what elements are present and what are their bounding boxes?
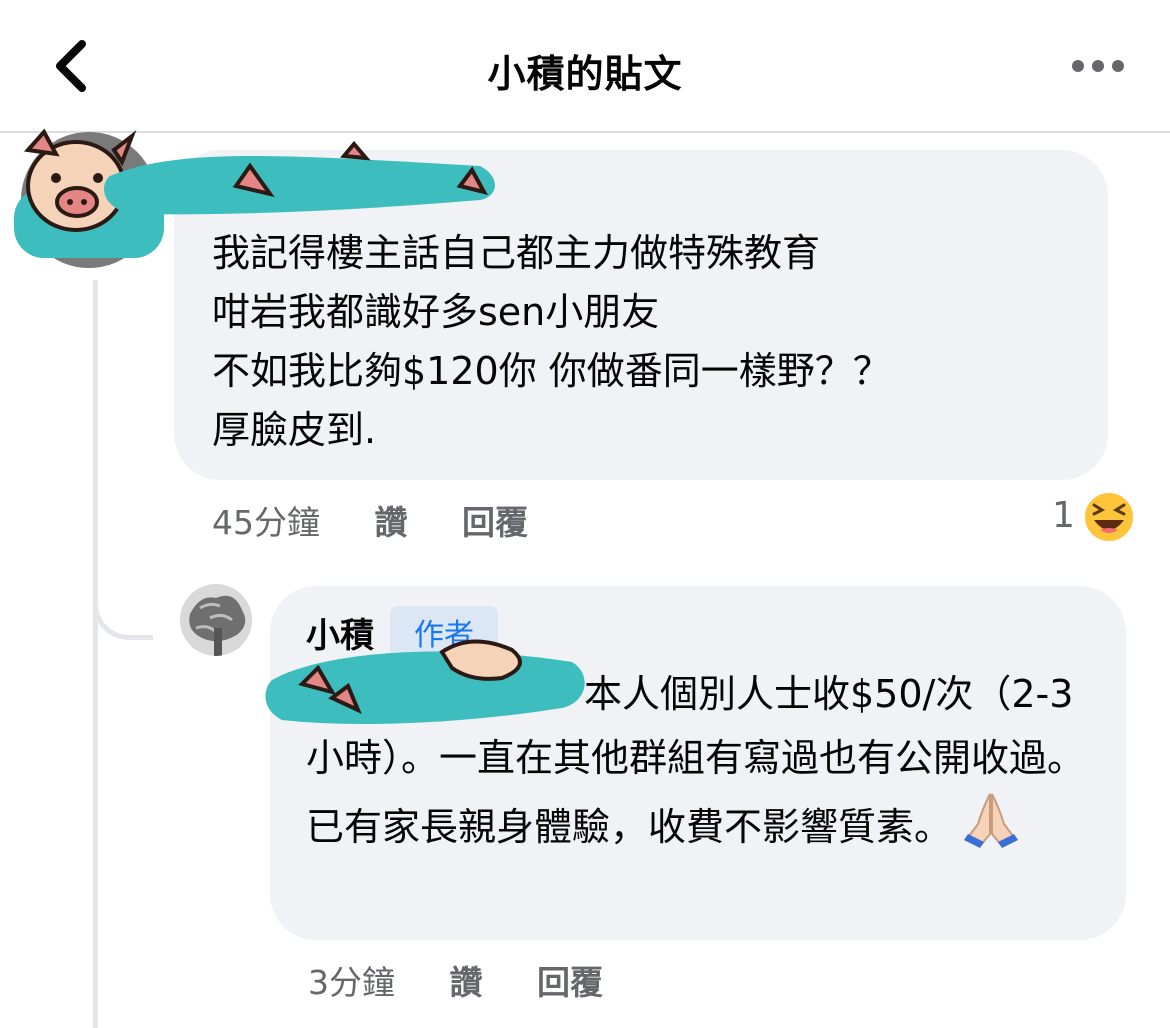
- reply-timestamp: 3分鐘: [308, 963, 395, 1002]
- comment-meta: 45分鐘 讚 回覆: [212, 496, 572, 544]
- top-bar: 小積的貼文: [0, 0, 1170, 133]
- reply-reply-button[interactable]: 回覆: [537, 963, 603, 1002]
- reply-button[interactable]: 回覆: [462, 503, 528, 542]
- folded-hands-icon: [964, 793, 1019, 848]
- reply-meta: 3分鐘 讚 回覆: [308, 956, 647, 1004]
- reply-like-button[interactable]: 讚: [450, 963, 483, 1002]
- thread-line: [93, 280, 98, 1028]
- laughing-reaction-icon[interactable]: [1082, 490, 1136, 544]
- redaction-scribble: [104, 140, 496, 215]
- more-options-icon[interactable]: [1070, 56, 1126, 76]
- like-button[interactable]: 讚: [375, 503, 408, 542]
- comment-text: 我記得樓主話自己都主力做特殊教育 咁岩我都識好多sen小朋友 不如我比夠$120…: [212, 231, 891, 452]
- reaction-count[interactable]: 1: [1052, 495, 1075, 536]
- comment-timestamp: 45分鐘: [212, 503, 320, 542]
- thread-connector: [93, 560, 153, 640]
- page-title: 小積的貼文: [487, 52, 683, 96]
- author-avatar[interactable]: [180, 584, 252, 656]
- redaction-scribble: [265, 639, 585, 724]
